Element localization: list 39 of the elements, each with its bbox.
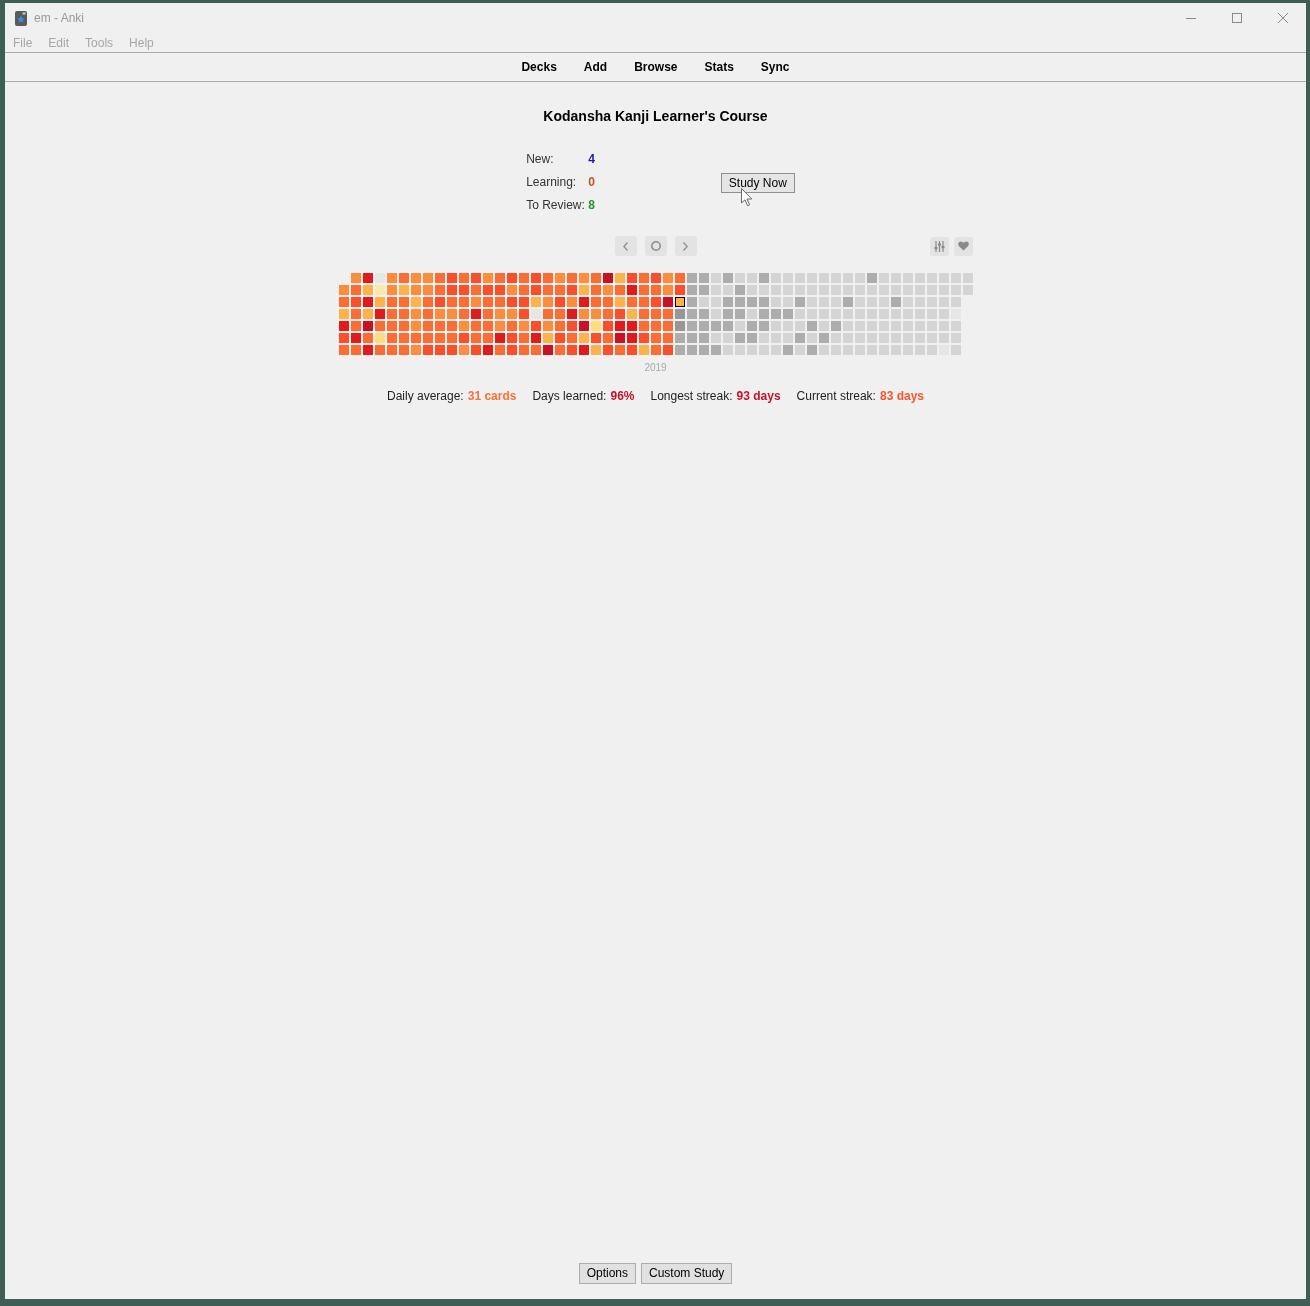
count-label: To Review: bbox=[526, 196, 586, 213]
stat-value: 83 days bbox=[879, 388, 924, 404]
options-icon-button[interactable] bbox=[929, 236, 949, 256]
custom-study-button[interactable]: Custom Study bbox=[641, 1263, 733, 1284]
count-value: 0 bbox=[588, 173, 595, 190]
close-icon bbox=[1278, 13, 1288, 23]
stat-value: 31 cards bbox=[467, 388, 517, 404]
window-title: em - Anki bbox=[34, 10, 84, 27]
count-value: 4 bbox=[588, 150, 595, 167]
stat-value: 93 days bbox=[736, 388, 781, 404]
count-value: 8 bbox=[588, 196, 595, 213]
stat-value: 96% bbox=[610, 388, 635, 404]
stat-label: Days learned: bbox=[532, 388, 607, 404]
toolbar-link[interactable]: Sync bbox=[760, 59, 790, 75]
study-now-button[interactable]: Study Now bbox=[720, 172, 795, 193]
ring-icon bbox=[650, 241, 661, 251]
chevron-right-icon bbox=[683, 241, 688, 251]
toolbar-link[interactable]: Add bbox=[583, 59, 608, 75]
next-button[interactable] bbox=[674, 236, 697, 256]
previous-button[interactable] bbox=[614, 236, 637, 256]
favorite-button[interactable] bbox=[953, 236, 973, 256]
count-label: Learning: bbox=[526, 173, 578, 190]
stat-label: Longest streak: bbox=[650, 388, 733, 404]
year-label: 2019 bbox=[644, 362, 667, 374]
stat-label: Daily average: bbox=[387, 388, 464, 404]
minimize-icon bbox=[1186, 17, 1196, 19]
today-button[interactable] bbox=[644, 236, 667, 256]
stat-label: Current streak: bbox=[796, 388, 876, 404]
heart-icon bbox=[957, 241, 969, 251]
deck-title: Kodansha Kanji Learner's Course bbox=[543, 107, 768, 126]
toolbar-link[interactable]: Stats bbox=[704, 59, 734, 75]
toolbar-link[interactable]: Browse bbox=[634, 59, 678, 75]
toolbar-link[interactable]: Decks bbox=[521, 59, 557, 75]
chevron-left-icon bbox=[623, 241, 628, 251]
options-button[interactable]: Options bbox=[578, 1263, 636, 1284]
count-label: New: bbox=[526, 150, 555, 167]
star-card-icon bbox=[15, 10, 27, 26]
maximize-icon bbox=[1232, 13, 1242, 23]
sliders-icon bbox=[933, 240, 945, 252]
